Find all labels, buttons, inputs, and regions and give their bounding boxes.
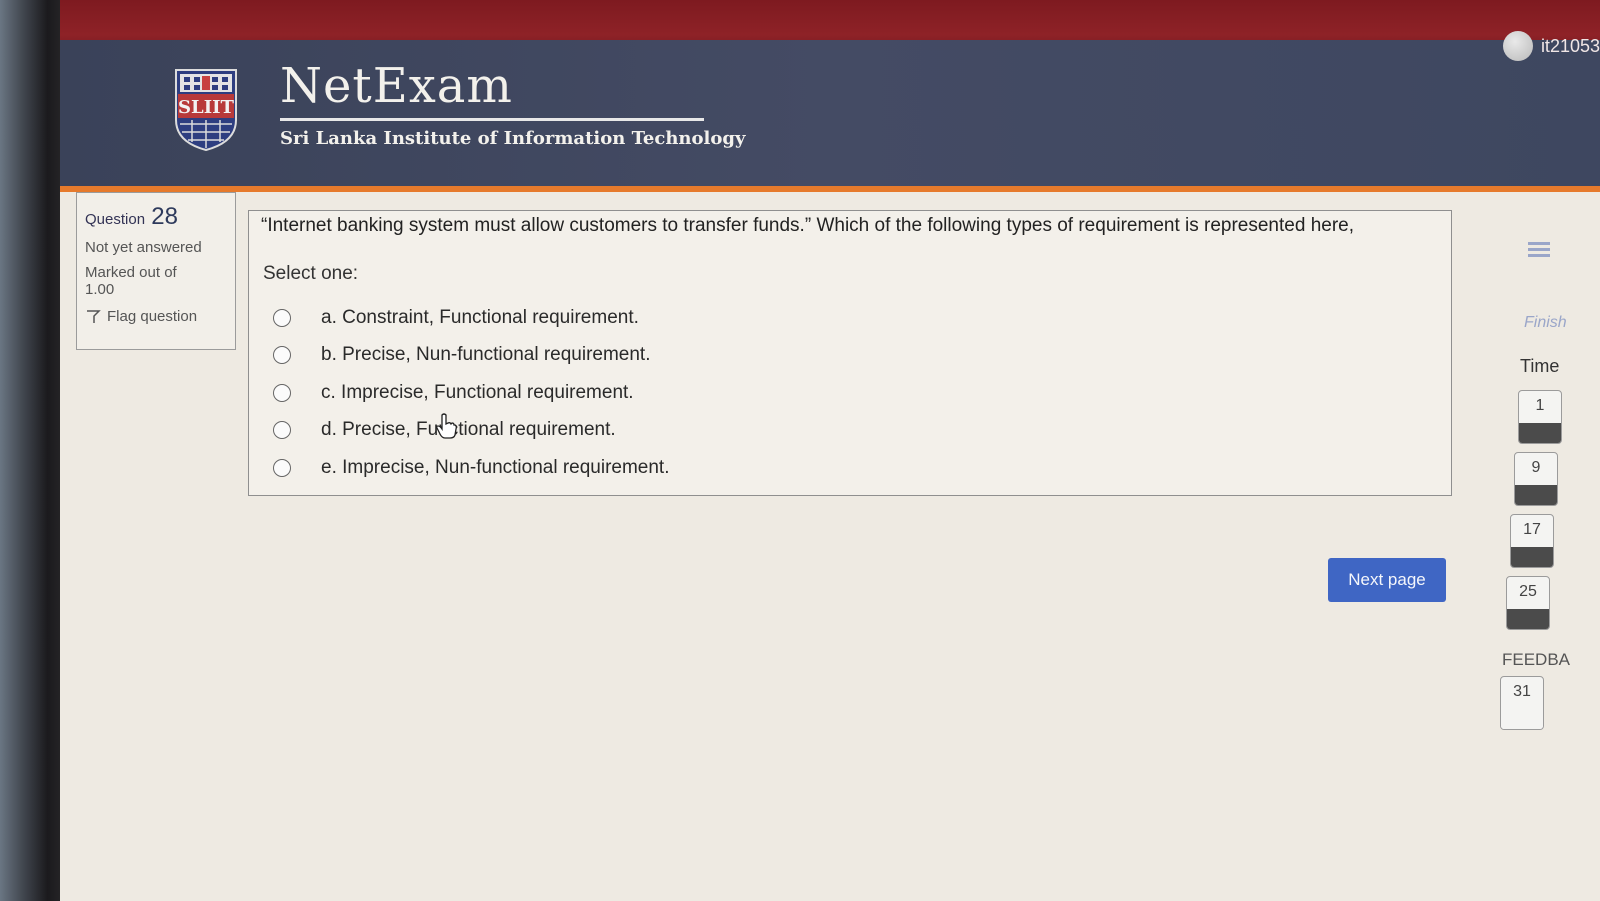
next-page-button[interactable]: Next page — [1328, 558, 1446, 602]
nav-question-button[interactable]: 25 — [1506, 576, 1550, 630]
option-label[interactable]: c. Imprecise, Functional requirement. — [321, 382, 634, 404]
brand-title: NetExam — [280, 58, 513, 114]
feedback-section-label: FEEDBA — [1502, 650, 1571, 669]
answer-options: a. Constraint, Functional requirement. b… — [273, 299, 670, 487]
option-a[interactable]: a. Constraint, Functional requirement. — [273, 299, 670, 337]
sliit-logo-icon: SLIIT — [175, 69, 237, 152]
flag-icon[interactable] — [85, 309, 101, 325]
option-label[interactable]: e. Imprecise, Nun-functional requirement… — [321, 457, 670, 479]
header-accent-line — [60, 186, 1600, 192]
user-menu[interactable]: it21053 — [1502, 30, 1600, 62]
flag-question-button[interactable]: Flag question — [85, 308, 227, 325]
avatar-icon[interactable] — [1502, 31, 1533, 61]
option-label[interactable]: b. Precise, Nun-functional requirement. — [321, 344, 651, 366]
quiz-navigation: Finish Time 1 9 17 25 FEEDBA 31 — [1500, 190, 1600, 901]
finish-attempt-link[interactable]: Finish — [1524, 314, 1567, 332]
monitor-bezel — [0, 0, 68, 901]
marked-out-of-label: Marked out of — [85, 264, 177, 281]
marked-out-of-value: 1.00 — [85, 281, 115, 298]
option-label[interactable]: d. Precise, Functional requirement. — [321, 419, 616, 441]
nav-question-number[interactable]: 9 — [1515, 453, 1557, 485]
brand-subtitle: Sri Lanka Institute of Information Techn… — [280, 128, 746, 149]
flag-question-label[interactable]: Flag question — [107, 308, 197, 325]
nav-question-number[interactable]: 17 — [1511, 515, 1553, 547]
option-d[interactable]: d. Precise, Functional requirement. — [273, 412, 670, 450]
radio-icon[interactable] — [273, 458, 291, 477]
radio-icon[interactable] — [273, 346, 291, 365]
hand-cursor-icon — [436, 413, 457, 439]
nav-feedback-button[interactable]: 31 — [1500, 676, 1544, 730]
brand-divider — [280, 118, 704, 121]
radio-icon[interactable] — [273, 383, 291, 402]
question-info-panel: Question 28 Not yet answered Marked out … — [76, 192, 236, 350]
username[interactable]: it21053 — [1541, 36, 1600, 57]
time-left-label: Time — [1520, 356, 1560, 376]
question-status: Not yet answered — [85, 239, 202, 256]
option-e[interactable]: e. Imprecise, Nun-functional requirement… — [273, 449, 670, 487]
option-label[interactable]: a. Constraint, Functional requirement. — [321, 307, 639, 329]
radio-icon[interactable] — [273, 421, 291, 440]
question-label: Question — [85, 211, 146, 228]
select-one-label: Select one: — [263, 263, 359, 284]
nav-question-number[interactable]: 31 — [1501, 677, 1543, 709]
nav-question-button[interactable]: 1 — [1518, 390, 1562, 444]
exam-screen: SLIIT NetExam Sri Lanka Institute of Inf… — [60, 0, 1600, 901]
logo-text: SLIIT — [178, 97, 234, 118]
nav-question-button[interactable]: 9 — [1514, 452, 1558, 506]
nav-question-number[interactable]: 25 — [1507, 577, 1549, 609]
nav-question-number[interactable]: 1 — [1519, 391, 1561, 423]
radio-icon[interactable] — [273, 308, 291, 327]
question-text: “Internet banking system must allow cust… — [261, 215, 1355, 236]
option-c[interactable]: c. Imprecise, Functional requirement. — [273, 374, 670, 412]
question-heading: Question 28 — [85, 203, 227, 231]
option-b[interactable]: b. Precise, Nun-functional requirement. — [273, 337, 670, 375]
question-content: “Internet banking system must allow cust… — [248, 210, 1452, 496]
menu-icon[interactable] — [1528, 240, 1550, 258]
nav-question-button[interactable]: 17 — [1510, 514, 1554, 568]
brand-header: SLIIT NetExam Sri Lanka Institute of Inf… — [60, 40, 1600, 190]
question-number: 28 — [151, 203, 178, 230]
